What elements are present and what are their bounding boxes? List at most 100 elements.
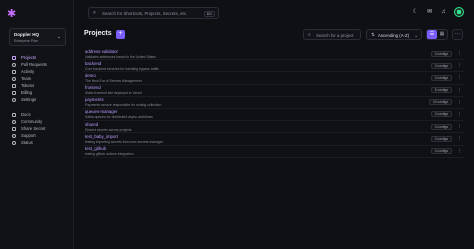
sidebar: ✱ Doppler HQ Enterprise Plan ⌄ Projects … [0, 0, 74, 249]
config-count-badge: 3 configs [430, 62, 452, 69]
workspace-name: Doppler HQ [14, 32, 40, 37]
project-name[interactable]: demo [85, 73, 96, 78]
table-row[interactable]: test_baby_import testing importing secret… [83, 133, 464, 146]
lock-icon [12, 126, 16, 131]
config-count-badge: 3 configs [430, 123, 452, 130]
help-icon [12, 133, 16, 138]
secondary-nav: Docs Community Share Secret Support Stat… [12, 111, 72, 146]
table-row[interactable]: backend Core backend services for handlin… [83, 60, 464, 73]
pull-request-icon [12, 62, 16, 67]
sidebar-item-projects[interactable]: Projects [12, 54, 72, 61]
project-name[interactable]: backend [85, 61, 101, 66]
sidebar-item-support[interactable]: Support [12, 132, 72, 139]
row-menu-icon[interactable]: ⋮ [458, 123, 463, 129]
row-menu-icon[interactable]: ⋮ [458, 111, 463, 117]
gear-icon [12, 97, 16, 102]
primary-nav: Projects Pull Requests Activity Team Tok… [12, 54, 72, 103]
search-icon: ⌕ [93, 10, 97, 16]
project-description: Kafka queues for distributed async workf… [85, 115, 153, 120]
page-title: Projects [84, 30, 112, 37]
table-row[interactable]: frontend Static frontend site deployed to… [83, 85, 464, 97]
project-name[interactable]: shared [85, 122, 98, 127]
search-shortcut-hint: ⌘K [204, 10, 215, 17]
project-list: address-validator Validates addresses bas… [83, 48, 464, 158]
chat-icon[interactable]: ✉ [426, 9, 433, 16]
project-search-input[interactable]: ⌕ Search for a project [303, 29, 361, 40]
sort-select[interactable]: ⇅ Ascending (A-Z) ⌄ [366, 29, 422, 40]
row-menu-icon[interactable]: ⋮ [458, 87, 463, 93]
table-row[interactable]: test_github testing github actions integr… [83, 146, 464, 158]
sidebar-item-share-secret[interactable]: Share Secret [12, 125, 72, 132]
project-description: Shared secrets across projects [85, 127, 132, 132]
config-count-badge: 3 configs [430, 111, 452, 118]
table-row[interactable]: address-validator Validates addresses bas… [83, 48, 464, 61]
config-count-badge: 3 configs [430, 135, 452, 142]
project-description: Static frontend site deployed to Vercel [85, 91, 142, 96]
moon-icon[interactable]: ☾ [412, 9, 419, 16]
config-count-badge: 10 configs [428, 99, 452, 106]
sidebar-item-tokens[interactable]: Tokens [12, 82, 72, 89]
project-description: testing importing secrets from new secre… [85, 139, 163, 144]
doppler-logo-icon[interactable]: ✱ [7, 8, 19, 20]
row-menu-icon[interactable]: ⋮ [458, 50, 463, 56]
config-count-badge: 3 configs [430, 50, 452, 57]
credit-card-icon [12, 90, 16, 95]
top-actions: ☾ ✉ ♫ [412, 7, 464, 17]
project-name[interactable]: frontend [85, 85, 101, 90]
top-bar: ⌕ Search for Shortcuts, Projects, Secret… [74, 0, 474, 26]
project-name[interactable]: test_baby_import [85, 134, 118, 139]
table-row[interactable]: payments Payments service responsible for… [83, 97, 464, 109]
grid-view-icon[interactable]: ▦ [437, 30, 447, 39]
more-options-button[interactable]: ··· [452, 29, 463, 40]
chevron-down-icon: ⌄ [56, 34, 61, 40]
table-row[interactable]: queues-manager Kafka queues for distribut… [83, 109, 464, 122]
global-search-input[interactable]: ⌕ Search for Shortcuts, Projects, Secret… [88, 7, 219, 19]
row-menu-icon[interactable]: ⋮ [458, 74, 463, 80]
sidebar-item-billing[interactable]: Billing [12, 89, 72, 96]
sidebar-item-activity[interactable]: Activity [12, 68, 72, 75]
workspace-plan: Enterprise Plan [14, 39, 38, 43]
config-count-badge: 5 configs [430, 87, 452, 94]
sort-value: Ascending (A-Z) [378, 33, 410, 38]
project-name[interactable]: queues-manager [85, 109, 118, 114]
sidebar-item-status[interactable]: Status [12, 139, 72, 146]
status-icon [12, 140, 16, 145]
project-description: Validates addresses based in the United … [85, 54, 156, 59]
key-icon [12, 83, 16, 88]
project-description: Core backend services for handling bypas… [85, 66, 160, 71]
config-count-badge: 3 configs [430, 74, 452, 81]
config-count-badge: 3 configs [430, 148, 452, 154]
project-name[interactable]: address-validator [85, 49, 118, 54]
row-menu-icon[interactable]: ⋮ [458, 62, 463, 68]
team-icon [12, 76, 16, 81]
book-icon [12, 112, 16, 117]
global-search-placeholder: Search for Shortcuts, Projects, Secrets,… [102, 11, 188, 16]
project-description: The New Era of Secrets Management [85, 78, 142, 83]
view-toggle: ☰ ▦ [426, 29, 448, 40]
search-icon: ⌕ [308, 31, 311, 38]
sidebar-item-team[interactable]: Team [12, 75, 72, 82]
workspace-switcher[interactable]: Doppler HQ Enterprise Plan ⌄ [9, 28, 66, 46]
activity-icon [12, 69, 16, 74]
project-description: Payments service responsible for routing… [85, 103, 162, 108]
avatar[interactable] [454, 7, 464, 17]
project-description: testing github actions integration [85, 152, 134, 156]
add-project-button[interactable]: + [116, 30, 125, 39]
list-view-icon[interactable]: ☰ [427, 30, 437, 39]
row-menu-icon[interactable]: ⋮ [458, 99, 463, 105]
folder-icon [12, 55, 16, 60]
table-row[interactable]: demo The New Era of Secrets Management 3 c… [83, 72, 464, 85]
row-menu-icon[interactable]: ⋮ [458, 135, 463, 141]
sidebar-item-docs[interactable]: Docs [12, 111, 72, 118]
project-search-placeholder: Search for a project [316, 33, 354, 38]
sidebar-item-pull-requests[interactable]: Pull Requests [12, 61, 72, 68]
table-row[interactable]: shared Shared secrets across projects 3 co… [83, 121, 464, 134]
project-name[interactable]: test_github [85, 146, 106, 151]
project-name[interactable]: payments [85, 97, 104, 102]
chat-icon [12, 119, 16, 124]
bell-icon[interactable]: ♫ [440, 9, 447, 16]
sidebar-item-community[interactable]: Community [12, 118, 72, 125]
row-menu-icon[interactable]: ⋮ [458, 148, 463, 154]
sidebar-item-settings[interactable]: Settings [12, 96, 72, 103]
sort-icon: ⇅ [371, 32, 375, 37]
